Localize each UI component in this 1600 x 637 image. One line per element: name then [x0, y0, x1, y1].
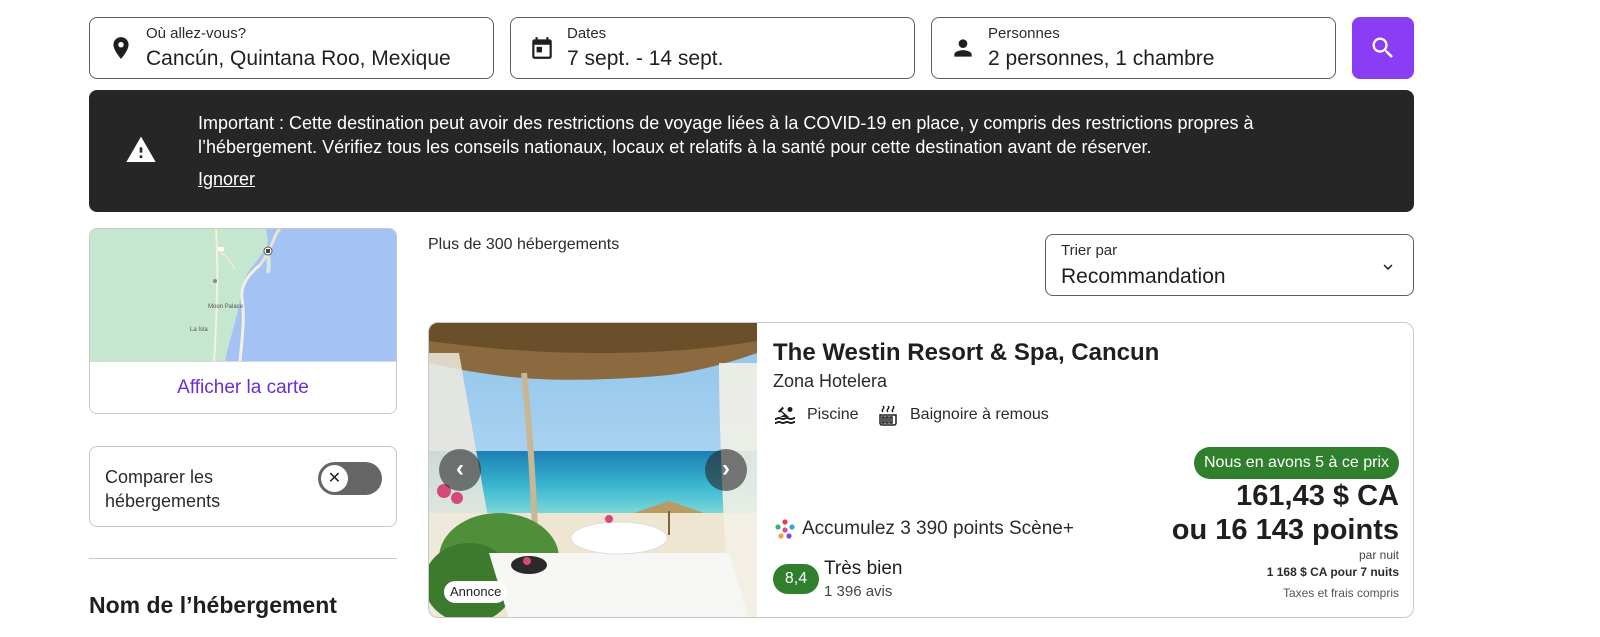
hot-tub-icon — [879, 405, 897, 426]
map-preview-card[interactable]: Moon Palace La Isla Afficher la carte — [89, 228, 397, 414]
search-icon — [1372, 37, 1393, 58]
dates-label: Dates — [567, 25, 607, 42]
compare-properties-card: Comparer les hébergements ✕ — [89, 446, 397, 527]
travelers-label: Personnes — [988, 25, 1060, 42]
previous-photo-button[interactable]: ‹ — [439, 449, 481, 491]
results-count: Plus de 300 hébergements — [428, 236, 620, 253]
alert-message: Important : Cette destination peut avoir… — [198, 113, 1254, 157]
search-button[interactable] — [1352, 17, 1414, 79]
sort-dropdown[interactable]: Trier par Recommandation — [1045, 234, 1414, 296]
compare-label: Comparer les hébergements — [105, 467, 221, 511]
warning-icon — [126, 136, 156, 162]
destination-label: Où allez-vous? — [146, 25, 247, 42]
map-thumbnail: Moon Palace La Isla — [90, 229, 396, 361]
hotel-location: Zona Hotelera — [773, 371, 888, 391]
property-name-filter-heading: Nom de l’hébergement — [89, 592, 337, 618]
scene-plus-logo-icon — [775, 519, 795, 539]
points-price: ou 16 143 points — [1171, 514, 1399, 546]
compare-toggle[interactable]: ✕ — [318, 462, 382, 495]
sort-label: Trier par — [1061, 242, 1118, 259]
show-map-button[interactable]: Afficher la carte — [90, 361, 396, 413]
chevron-down-icon — [1383, 264, 1393, 270]
amenity-pool-label: Piscine — [807, 406, 859, 423]
review-count: 1 396 avis — [824, 583, 893, 600]
points-earn-text: Accumulez 3 390 points Scène+ — [802, 518, 1074, 539]
sort-value: Recommandation — [1061, 265, 1226, 288]
chevron-right-icon: › — [722, 455, 730, 482]
hotel-info: The Westin Resort & Spa, Cancun Zona Hot… — [773, 323, 1413, 617]
destination-field[interactable]: Où allez-vous? Cancún, Quintana Roo, Mex… — [89, 17, 494, 79]
hotel-photo[interactable]: ‹ › Annonce — [429, 323, 757, 617]
sidebar-divider — [89, 558, 397, 559]
next-photo-button[interactable]: › — [705, 449, 747, 491]
hotel-name[interactable]: The Westin Resort & Spa, Cancun — [773, 339, 1159, 367]
chevron-left-icon: ‹ — [456, 455, 464, 482]
calendar-icon — [532, 37, 552, 59]
person-icon — [954, 39, 972, 57]
nightly-price: 161,43 $ CA — [1236, 480, 1399, 512]
travelers-field[interactable]: Personnes 2 personnes, 1 chambre — [931, 17, 1336, 79]
svg-text:Moon Palace: Moon Palace — [208, 304, 244, 310]
taxes-note: Taxes et frais compris — [1282, 586, 1399, 600]
total-price: 1 168 $ CA pour 7 nuits — [1266, 565, 1399, 579]
amenity-hot-tub-label: Baignoire à remous — [910, 406, 1049, 423]
close-icon: ✕ — [327, 470, 342, 487]
svg-text:La Isla: La Isla — [190, 327, 208, 333]
covid-alert-banner: Important : Cette destination peut avoir… — [89, 90, 1414, 212]
rating-label: Très bien — [824, 558, 903, 579]
deal-badge: Nous en avons 5 à ce prix — [1194, 447, 1399, 479]
hotel-result-card[interactable]: ‹ › Annonce The Westin Resort & Spa, Can… — [428, 322, 1414, 618]
destination-value: Cancún, Quintana Roo, Mexique — [146, 47, 451, 70]
per-night-label: par nuit — [1358, 548, 1399, 562]
dates-value: 7 sept. - 14 sept. — [567, 47, 724, 70]
travelers-value: 2 personnes, 1 chambre — [988, 47, 1215, 70]
rating-score-badge: 8,4 — [773, 564, 819, 594]
dates-field[interactable]: Dates 7 sept. - 14 sept. — [510, 17, 915, 79]
pool-icon — [775, 406, 795, 424]
map-pin-icon — [113, 37, 129, 59]
ad-badge: Annonce — [444, 581, 508, 603]
dismiss-alert-link[interactable]: Ignorer — [198, 169, 255, 190]
toggle-knob: ✕ — [321, 465, 348, 492]
